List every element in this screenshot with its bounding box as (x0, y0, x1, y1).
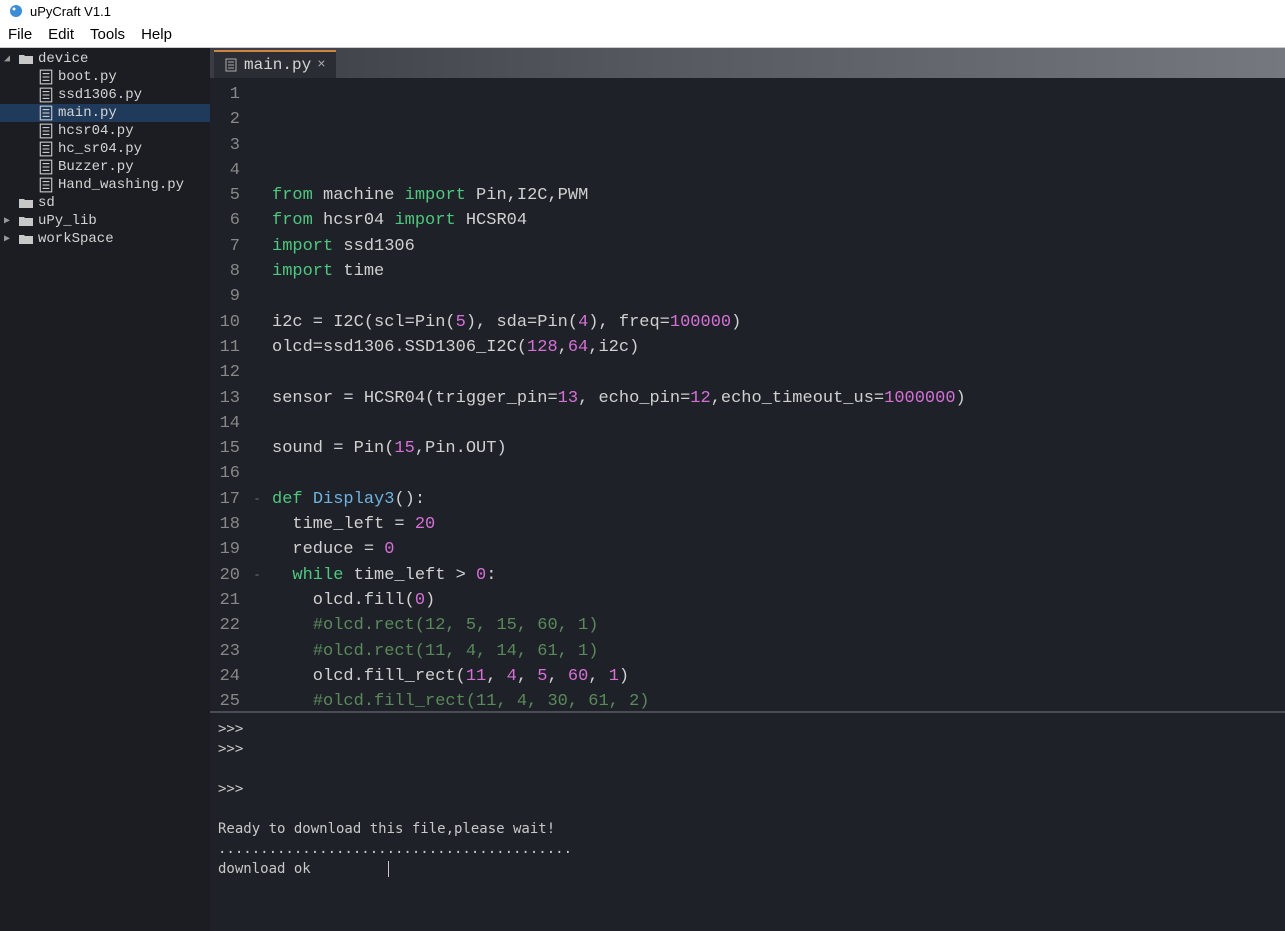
file-icon (224, 58, 238, 72)
folder-icon (18, 52, 34, 66)
file-icon (38, 70, 54, 84)
tree-file[interactable]: ssd1306.py (0, 86, 210, 104)
tree-file[interactable]: main.py (0, 104, 210, 122)
file-icon (38, 178, 54, 192)
tree-label: sd (38, 195, 55, 211)
file-label: hcsr04.py (58, 123, 134, 139)
file-label: boot.py (58, 69, 117, 85)
code-content[interactable]: from machine import Pin,I2C,PWMfrom hcsr… (264, 78, 1285, 711)
fold-column[interactable]: -- (250, 78, 264, 711)
menu-tools[interactable]: Tools (90, 26, 125, 43)
file-label: Hand_washing.py (58, 177, 184, 193)
file-icon (38, 106, 54, 120)
folder-icon (18, 214, 34, 228)
menu-bar: File Edit Tools Help (0, 22, 1285, 48)
file-label: hc_sr04.py (58, 141, 142, 157)
file-label: ssd1306.py (58, 87, 142, 103)
file-icon (38, 124, 54, 138)
file-icon (38, 160, 54, 174)
window-titlebar: uPyCraft V1.1 (0, 0, 1285, 22)
tree-file[interactable]: hcsr04.py (0, 122, 210, 140)
tab-bar: main.py × (210, 48, 1285, 78)
tree-workspace[interactable]: ▶ workSpace (0, 230, 210, 248)
app-title: uPyCraft V1.1 (30, 4, 111, 19)
expand-arrow-icon: ▶ (4, 215, 14, 227)
folder-icon (18, 232, 34, 246)
expand-arrow-icon: ▶ (4, 233, 14, 245)
text-cursor (388, 861, 389, 877)
tree-label: workSpace (38, 231, 114, 247)
app-icon (8, 3, 24, 19)
file-icon (38, 142, 54, 156)
tree-file[interactable]: Buzzer.py (0, 158, 210, 176)
menu-edit[interactable]: Edit (48, 26, 74, 43)
close-icon[interactable]: × (317, 57, 325, 73)
tree-file[interactable]: Hand_washing.py (0, 176, 210, 194)
file-label: Buzzer.py (58, 159, 134, 175)
editor-tab[interactable]: main.py × (214, 50, 336, 78)
tree-label: uPy_lib (38, 213, 97, 229)
collapse-arrow-icon: ◢ (4, 53, 14, 65)
tree-file[interactable]: boot.py (0, 68, 210, 86)
file-tree[interactable]: ◢ device boot.py ssd1306.py main.py hcsr04.… (0, 48, 210, 931)
menu-file[interactable]: File (8, 26, 32, 43)
file-icon (38, 88, 54, 102)
folder-icon (18, 196, 34, 210)
line-gutter: 1234567891011121314151617181920212223242… (210, 78, 250, 711)
menu-help[interactable]: Help (141, 26, 172, 43)
tree-sd[interactable]: sd (0, 194, 210, 212)
tree-file[interactable]: hc_sr04.py (0, 140, 210, 158)
tree-label: device (38, 51, 88, 67)
repl-console[interactable]: >>> >>> >>> Ready to download this file,… (210, 711, 1285, 931)
tree-upy-lib[interactable]: ▶ uPy_lib (0, 212, 210, 230)
code-editor[interactable]: 1234567891011121314151617181920212223242… (210, 78, 1285, 711)
file-label: main.py (58, 105, 117, 121)
tree-device[interactable]: ◢ device (0, 50, 210, 68)
tab-label: main.py (244, 56, 311, 74)
